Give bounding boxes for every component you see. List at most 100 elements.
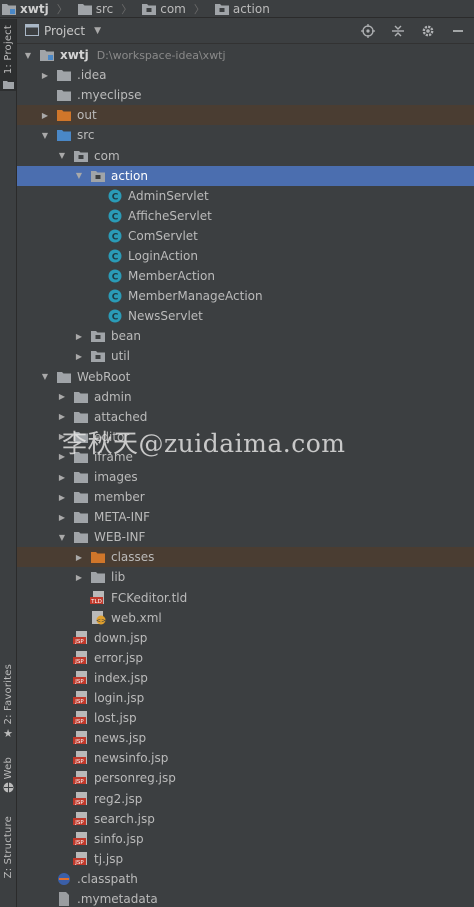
tree-node[interactable]: ▶JSPtj.jsp [17,849,474,869]
tree-node[interactable]: ▶JSPnews.jsp [17,728,474,748]
tree-node[interactable]: ▼ WEB-INF [17,527,474,547]
tree-node[interactable]: ▶ editor [17,427,474,447]
tree-node[interactable]: ▶TLDFCKeditor.tld [17,588,474,608]
package-icon [90,329,106,343]
chevron-right-icon: 〉 [121,2,133,16]
svg-text:JSP: JSP [74,779,84,785]
collapsed-arrow-icon[interactable]: ▶ [74,331,84,341]
tree-node[interactable]: ▶.classpath [17,869,474,889]
expanded-arrow-icon[interactable]: ▼ [57,151,67,161]
folder-icon [73,430,89,444]
breadcrumb-label: com [160,1,186,16]
tree-node[interactable]: ▶.myeclipse [17,85,474,105]
jsp-file-icon: JSP [73,751,89,765]
collapsed-arrow-icon[interactable]: ▶ [57,492,67,502]
tree-node[interactable]: ▶CComServlet [17,226,474,246]
tree-node[interactable]: ▶JSPlogin.jsp [17,688,474,708]
package-icon [90,349,106,363]
collapsed-arrow-icon[interactable]: ▶ [74,572,84,582]
web-tool-tab[interactable]: Web [0,757,16,807]
tree-node[interactable]: ▶JSPpersonreg.jsp [17,768,474,788]
tree-node[interactable]: ▶ admin [17,387,474,407]
collapsed-arrow-icon[interactable]: ▶ [57,412,67,422]
tree-node[interactable]: ▶JSPerror.jsp [17,648,474,668]
java-class-icon: C [107,229,123,243]
tree-node[interactable]: ▶CLoginAction [17,246,474,266]
tree-node[interactable]: ▼ com [17,145,474,165]
navigation-breadcrumb: xwtj 〉 src 〉 com 〉 action [0,0,474,18]
collapsed-arrow-icon[interactable]: ▶ [40,110,50,120]
collapsed-arrow-icon[interactable]: ▶ [57,432,67,442]
tree-node[interactable]: ▶CMemberAction [17,266,474,286]
tree-node[interactable]: ▶ member [17,487,474,507]
tree-node[interactable]: ▶.mymetadata [17,889,474,907]
structure-tool-tab[interactable]: Z: Structure [0,816,16,906]
jsp-file-icon: JSP [73,650,89,665]
expanded-arrow-icon[interactable]: ▼ [57,532,67,542]
expanded-arrow-icon[interactable]: ▼ [40,372,50,382]
folder-icon [73,530,89,544]
hide-panel-icon[interactable] [450,23,466,39]
tree-node[interactable]: ▶ META-INF [17,507,474,527]
breadcrumb-item[interactable]: 〉 src [51,1,114,17]
tree-node[interactable]: ▶ .idea [17,65,474,85]
tree-node[interactable]: ▶ attached [17,407,474,427]
tree-node[interactable]: ▶JSPnewsinfo.jsp [17,748,474,768]
tree-node[interactable]: ▶ lib [17,567,474,587]
collapsed-arrow-icon[interactable]: ▶ [74,351,84,361]
tree-node[interactable]: ▶JSPlost.jsp [17,708,474,728]
tree-node[interactable]: ▶JSPsearch.jsp [17,809,474,829]
module-icon [39,48,55,62]
tree-node[interactable]: ▶ util [17,346,474,366]
folder-icon [73,410,89,424]
tree-node[interactable]: ▶JSPdown.jsp [17,628,474,648]
favorites-tool-tab[interactable]: 2: Favorites ★ [0,664,16,764]
svg-text:C: C [112,232,119,242]
tree-node[interactable]: ▶CAdminServlet [17,186,474,206]
tree-node[interactable]: ▶CNewsServlet [17,306,474,326]
collapsed-arrow-icon[interactable]: ▶ [57,472,67,482]
tree-node[interactable]: ▶JSPreg2.jsp [17,788,474,808]
locate-icon[interactable] [360,23,376,39]
expanded-arrow-icon[interactable]: ▼ [74,171,84,181]
collapsed-arrow-icon[interactable]: ▶ [74,552,84,562]
tree-node[interactable]: ▶ bean [17,326,474,346]
tree-node[interactable]: ▶ out [17,105,474,126]
tree-node[interactable]: ▼ action [17,165,474,186]
tree-node[interactable]: ▶ images [17,467,474,487]
tree-node[interactable]: ▼ WebRoot [17,367,474,387]
tree-node[interactable]: ▶CAfficheServlet [17,206,474,226]
breadcrumb-item[interactable]: 〉 action [188,1,270,17]
tree-node[interactable]: ▼ src [17,125,474,145]
project-tree[interactable]: ▼xwtjD:\workspace-idea\xwtj▶.idea▶.myecl… [17,45,474,907]
tree-node-label: tj.jsp [94,851,124,866]
folder-icon [2,78,14,92]
collapsed-arrow-icon[interactable]: ▶ [57,452,67,462]
breadcrumb-item[interactable]: xwtj [2,2,49,16]
collapsed-arrow-icon[interactable]: ▶ [57,512,67,522]
tree-node[interactable]: ▶ classes [17,547,474,568]
project-view-selector[interactable]: Project ▼ [25,23,101,39]
tree-node[interactable]: ▶JSPsinfo.jsp [17,829,474,849]
tree-node[interactable]: ▶<>web.xml [17,608,474,628]
tree-node[interactable]: ▶CMemberManageAction [17,286,474,306]
jsp-file-icon: JSP [73,670,89,685]
folder-icon [73,450,89,464]
tree-node[interactable]: ▶ iframe [17,447,474,467]
collapse-all-icon[interactable] [390,23,406,39]
collapsed-arrow-icon[interactable]: ▶ [57,392,67,402]
project-tool-tab[interactable]: 1: Project [0,19,16,91]
folder-icon [77,3,92,15]
tree-node-label: classes [111,550,155,565]
tree-node[interactable]: ▼ xwtj D:\workspace-idea\xwtj [17,45,474,65]
chevron-right-icon: 〉 [193,2,205,16]
collapsed-arrow-icon[interactable]: ▶ [40,70,50,80]
jsp-file-icon: JSP [73,691,89,705]
tree-node-label: reg2.jsp [94,791,143,806]
breadcrumb-item[interactable]: 〉 com [115,1,186,17]
expanded-arrow-icon[interactable]: ▼ [23,50,33,60]
settings-gear-icon[interactable] [420,23,436,39]
folder-icon [56,370,72,384]
expanded-arrow-icon[interactable]: ▼ [40,130,50,140]
tree-node[interactable]: ▶JSPindex.jsp [17,668,474,688]
